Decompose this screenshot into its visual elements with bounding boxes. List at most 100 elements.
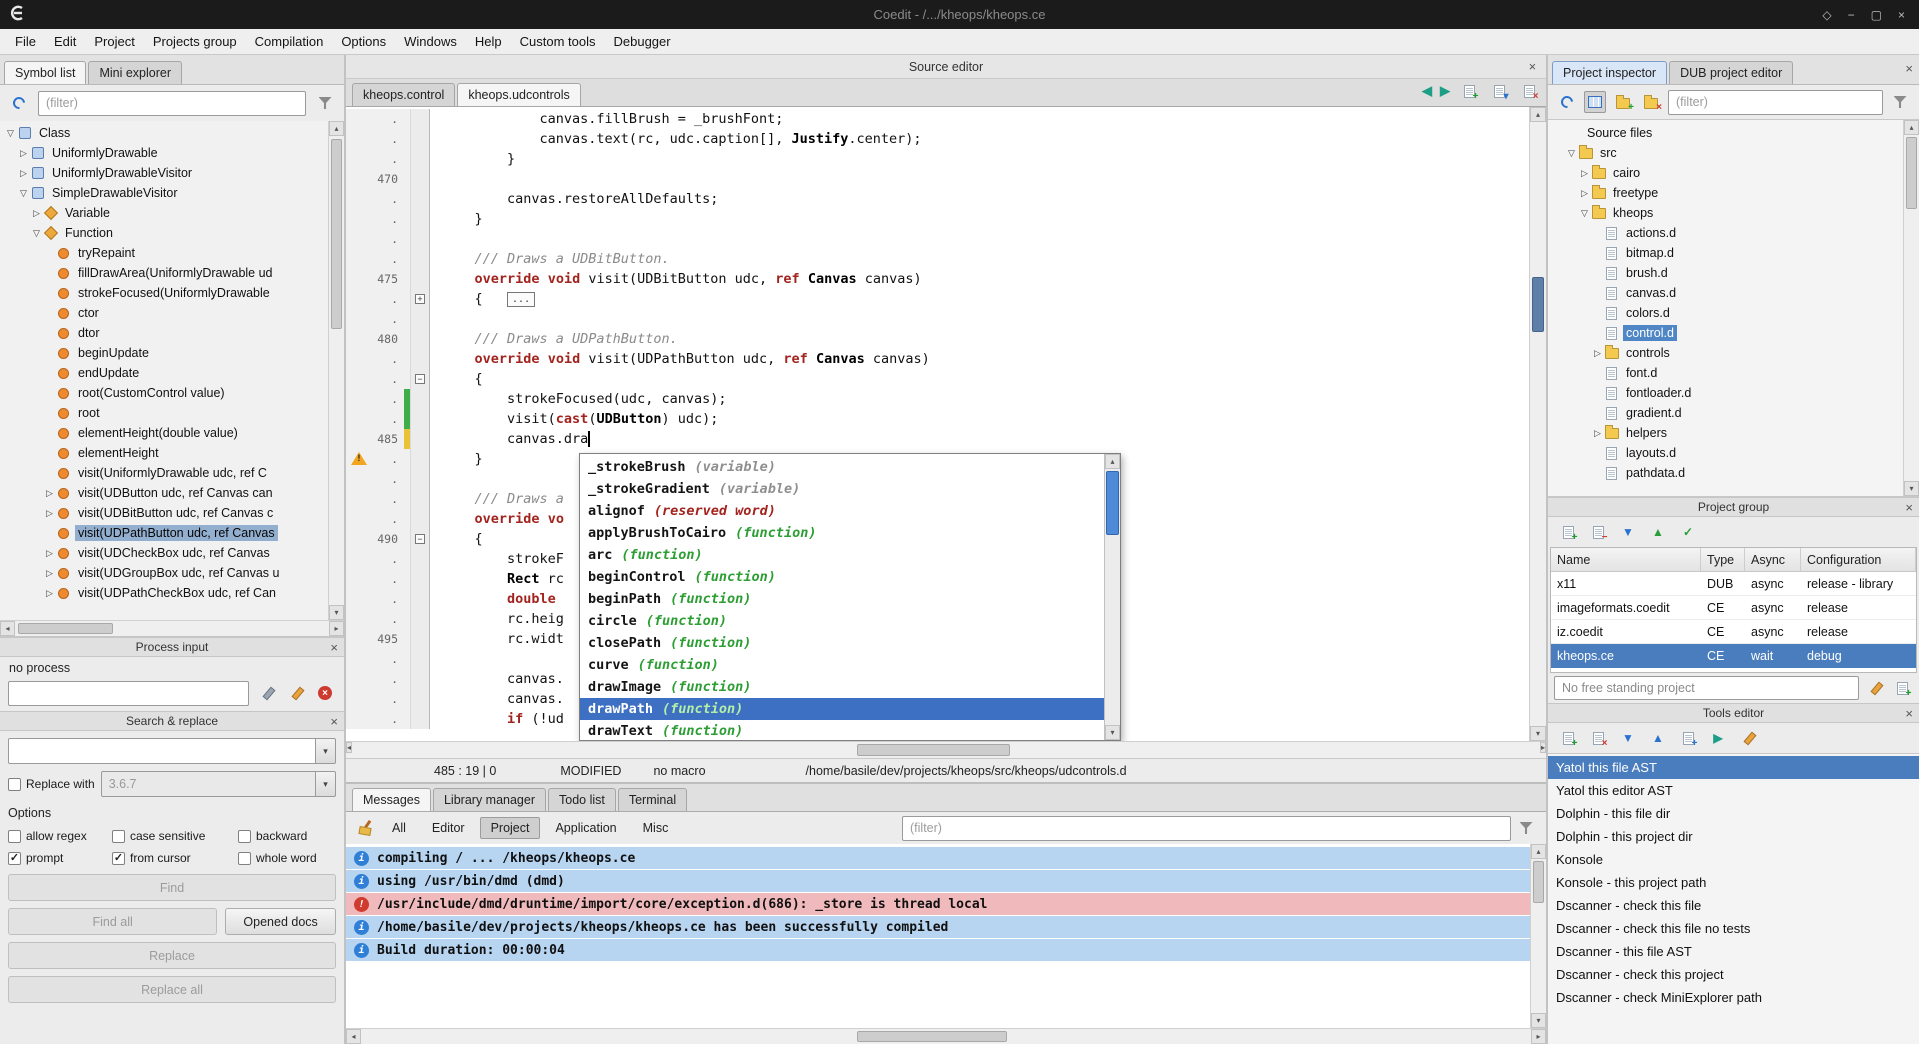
fold-expand-icon[interactable]: + [415, 294, 425, 304]
scrollbar-thumb[interactable] [1906, 137, 1917, 209]
tab-kheops-udcontrols[interactable]: kheops.udcontrols [457, 83, 580, 106]
collapse-icon[interactable]: ▽ [1565, 148, 1578, 159]
menu-file[interactable]: File [6, 31, 45, 52]
tree-item-tryrepaint[interactable]: tryRepaint [0, 243, 328, 263]
messages-vscrollbar[interactable]: ▴ ▾ [1530, 844, 1546, 1028]
scroll-right-icon[interactable]: ▸ [1531, 1029, 1546, 1044]
files-funnel-button[interactable] [1889, 91, 1911, 113]
message-row[interactable]: !/usr/include/dmd/druntime/import/core/e… [346, 893, 1530, 915]
completion-item-begincontrol[interactable]: beginControl(function) [580, 566, 1104, 588]
column-header-async[interactable]: Async [1745, 548, 1801, 571]
tree-item-fontloader-d[interactable]: fontloader.d [1548, 383, 1903, 403]
collapse-icon[interactable]: ▽ [30, 228, 43, 239]
completion-item-alignof[interactable]: alignof(reserved word) [580, 500, 1104, 522]
tree-item-source-files[interactable]: Source files [1548, 123, 1903, 143]
completion-item-drawimage[interactable]: drawImage(function) [580, 676, 1104, 698]
tree-item-simpledrawablevisitor[interactable]: ▽SimpleDrawableVisitor [0, 183, 328, 203]
checkbox-prompt[interactable]: ✓prompt [8, 851, 112, 865]
collapse-icon[interactable]: ▽ [17, 188, 30, 199]
tree-item-canvas-d[interactable]: canvas.d [1548, 283, 1903, 303]
checkbox-from-cursor[interactable]: ✓from cursor [112, 851, 238, 865]
expand-icon[interactable]: ▷ [43, 508, 56, 519]
code-line[interactable]: . override void visit(UDPathButton udc, … [346, 349, 1529, 369]
scroll-down-icon[interactable]: ▾ [1904, 481, 1919, 496]
tree-item-visit-udcheckbox-udc-ref-canvas[interactable]: ▷visit(UDCheckBox udc, ref Canvas [0, 543, 328, 563]
code-line[interactable]: . strokeFocused(udc, canvas); [346, 389, 1529, 409]
completion-item-beginpath[interactable]: beginPath(function) [580, 588, 1104, 610]
scroll-down-icon[interactable]: ▾ [1530, 726, 1546, 741]
tree-item-uniformlydrawablevisitor[interactable]: ▷UniformlyDrawableVisitor [0, 163, 328, 183]
tree-item-strokefocused-uniformlydrawable[interactable]: strokeFocused(UniformlyDrawable [0, 283, 328, 303]
code-line[interactable]: 480 /// Draws a UDPathButton. [346, 329, 1529, 349]
tree-item-visit-uniformlydrawable-udc-ref-c[interactable]: visit(UniformlyDrawable udc, ref C [0, 463, 328, 483]
expand-icon[interactable]: ▷ [17, 148, 30, 159]
code-line[interactable]: . canvas.restoreAllDefaults; [346, 189, 1529, 209]
completion-item-applybrushtocairo[interactable]: applyBrushToCairo(function) [580, 522, 1104, 544]
code-line[interactable]: . [346, 229, 1529, 249]
add-free-project-button[interactable]: + [1891, 677, 1913, 699]
tree-item-font-d[interactable]: font.d [1548, 363, 1903, 383]
menu-compilation[interactable]: Compilation [246, 31, 333, 52]
files-filter-input[interactable] [1668, 90, 1883, 115]
scroll-down-icon[interactable]: ▾ [1105, 725, 1120, 740]
close-panel-icon[interactable]: × [330, 714, 338, 729]
tree-item-visit-udpathbutton-udc-ref-canvas[interactable]: visit(UDPathButton udc, ref Canvas [0, 523, 328, 543]
save-file-button[interactable]: ▾ [1488, 80, 1510, 102]
menu-debugger[interactable]: Debugger [605, 31, 680, 52]
window-menu-icon[interactable]: ◇ [1822, 8, 1831, 22]
tab-todo-list[interactable]: Todo list [548, 788, 616, 811]
code-line[interactable]: . } [346, 209, 1529, 229]
menu-edit[interactable]: Edit [45, 31, 85, 52]
tree-item-uniformlydrawable[interactable]: ▷UniformlyDrawable [0, 143, 328, 163]
completion-item-strokegradient[interactable]: _strokeGradient(variable) [580, 478, 1104, 500]
scroll-up-icon[interactable]: ▴ [1904, 120, 1919, 135]
tree-item-endupdate[interactable]: endUpdate [0, 363, 328, 383]
scroll-up-icon[interactable]: ▴ [1105, 454, 1120, 469]
scroll-left-icon[interactable]: ◂ [0, 621, 15, 636]
completion-item-drawpath[interactable]: drawPath(function) [580, 698, 1104, 720]
replace-all-button[interactable]: Replace all [8, 976, 336, 1003]
tool-item-yatol-this-editor-ast[interactable]: Yatol this editor AST [1548, 779, 1919, 802]
expand-icon[interactable]: ▷ [1591, 348, 1604, 359]
menu-custom-tools[interactable]: Custom tools [511, 31, 605, 52]
completion-item-strokebrush[interactable]: _strokeBrush(variable) [580, 456, 1104, 478]
tool-item-konsole[interactable]: Konsole [1548, 848, 1919, 871]
tree-item-root[interactable]: root [0, 403, 328, 423]
tree-item-cairo[interactable]: ▷cairo [1548, 163, 1903, 183]
checkbox-allow-regex[interactable]: allow regex [8, 829, 112, 843]
completion-item-curve[interactable]: curve(function) [580, 654, 1104, 676]
tool-item-dscanner-check-this-project[interactable]: Dscanner - check this project [1548, 963, 1919, 986]
code-line[interactable]: . } [346, 149, 1529, 169]
move-project-up-button[interactable]: ▲ [1647, 521, 1669, 543]
editor-vscrollbar[interactable]: ▴ ▾ [1529, 107, 1546, 741]
tree-item-colors-d[interactable]: colors.d [1548, 303, 1903, 323]
code-line[interactable]: 470 [346, 169, 1529, 189]
close-panel-icon[interactable]: × [1905, 500, 1913, 515]
completion-scrollbar[interactable]: ▴ ▾ [1104, 454, 1120, 740]
find-button[interactable]: Find [8, 874, 336, 901]
tree-item-elementheight-double-value[interactable]: elementHeight(double value) [0, 423, 328, 443]
tree-item-visit-udgroupbox-udc-ref-canvas-u[interactable]: ▷visit(UDGroupBox udc, ref Canvas u [0, 563, 328, 583]
tree-item-layouts-d[interactable]: layouts.d [1548, 443, 1903, 463]
scroll-right-icon[interactable]: ▸ [1540, 742, 1546, 753]
tree-item-visit-udbutton-udc-ref-canvas-can[interactable]: ▷visit(UDButton udc, ref Canvas can [0, 483, 328, 503]
tree-item-beginupdate[interactable]: beginUpdate [0, 343, 328, 363]
tree-item-function[interactable]: ▽Function [0, 223, 328, 243]
tree-item-visit-udbitbutton-udc-ref-canvas-c[interactable]: ▷visit(UDBitButton udc, ref Canvas c [0, 503, 328, 523]
chevron-down-icon[interactable]: ▾ [316, 738, 336, 764]
tree-item-src[interactable]: ▽src [1548, 143, 1903, 163]
checkbox-case-sensitive[interactable]: case sensitive [112, 829, 238, 843]
tool-item-dolphin-this-file-dir[interactable]: Dolphin - this file dir [1548, 802, 1919, 825]
expand-icon[interactable]: ▷ [43, 588, 56, 599]
completion-item-arc[interactable]: arc(function) [580, 544, 1104, 566]
expand-icon[interactable]: ▷ [43, 488, 56, 499]
tree-item-freetype[interactable]: ▷freetype [1548, 183, 1903, 203]
fold-collapse-icon[interactable]: − [415, 534, 425, 544]
scrollbar-thumb[interactable] [18, 623, 113, 634]
fold-collapse-icon[interactable]: − [415, 374, 425, 384]
kill-process-button[interactable]: × [314, 682, 336, 704]
code-line[interactable]: . canvas.text(rc, udc.caption[], Justify… [346, 129, 1529, 149]
scrollbar-thumb[interactable] [857, 1031, 1007, 1042]
toggle-tree-view-button[interactable] [1584, 91, 1606, 113]
tab-messages[interactable]: Messages [352, 788, 431, 811]
